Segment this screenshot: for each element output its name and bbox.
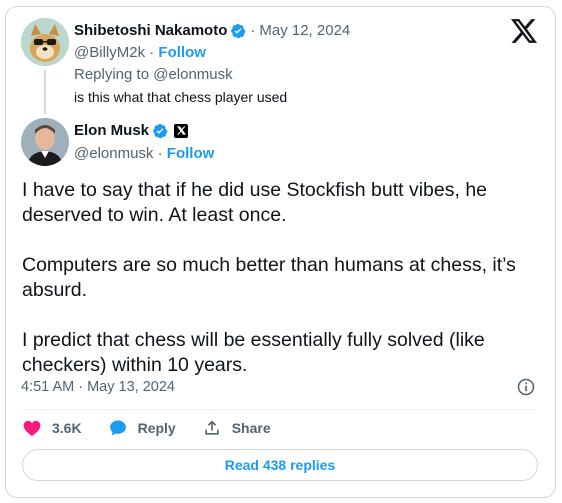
share-label: Share: [231, 420, 271, 436]
reply-handle-row: @BillyM2k · Follow: [74, 44, 206, 61]
action-bar: 3.6K Reply Share: [22, 418, 297, 438]
info-icon[interactable]: [516, 377, 536, 397]
x-affiliation-icon[interactable]: [174, 123, 189, 138]
tweet-timestamp[interactable]: 4:51 AM · May 13, 2024: [21, 379, 175, 395]
reply-author-row: Shibetoshi Nakamoto · May 12, 2024: [74, 22, 350, 39]
separator-dot: ·: [157, 145, 163, 162]
person-avatar-icon: [21, 118, 69, 166]
main-author-row: Elon Musk: [74, 122, 189, 139]
share-upload-icon: [205, 420, 219, 435]
speech-bubble-icon: [109, 420, 126, 436]
like-count: 3.6K: [52, 420, 82, 436]
verified-badge-icon: [231, 23, 246, 38]
verified-badge-icon: [153, 123, 168, 138]
like-button[interactable]: 3.6K: [22, 418, 82, 438]
x-logo-icon[interactable]: [511, 19, 537, 43]
avatar-elon[interactable]: [21, 118, 69, 166]
reply-date[interactable]: May 12, 2024: [259, 22, 350, 39]
share-button[interactable]: Share: [202, 418, 271, 438]
reply-author-name[interactable]: Shibetoshi Nakamoto: [74, 22, 227, 39]
replying-to-prefix: Replying to: [74, 66, 150, 83]
separator-dot: ·: [250, 22, 256, 39]
tweet-paragraph: Computers are so much better than humans…: [22, 254, 516, 301]
tweet-body: I have to say that if he did use Stockfi…: [22, 178, 542, 403]
thread-line: [44, 70, 46, 114]
replying-to-mention[interactable]: @elonmusk: [153, 66, 232, 83]
tweet-paragraph: I have to say that if he did use Stockfi…: [22, 179, 488, 226]
follow-button[interactable]: Follow: [158, 44, 206, 61]
heart-icon: [23, 420, 41, 436]
main-handle-row: @elonmusk · Follow: [74, 145, 214, 162]
separator-dot: ·: [149, 44, 155, 61]
reply-text: is this what that chess player used: [74, 89, 288, 105]
read-replies-button[interactable]: Read 438 replies: [22, 449, 538, 481]
tweet-paragraph: I predict that chess will be essentially…: [22, 329, 485, 376]
main-author-name[interactable]: Elon Musk: [74, 122, 149, 139]
avatar-shibetoshi[interactable]: [21, 18, 69, 66]
reply-label: Reply: [137, 420, 176, 436]
reply-button[interactable]: Reply: [108, 418, 176, 438]
divider: [21, 409, 537, 410]
follow-button[interactable]: Follow: [167, 145, 215, 162]
replying-to: Replying to @elonmusk: [74, 66, 233, 83]
doge-avatar-icon: [21, 18, 69, 66]
main-handle[interactable]: @elonmusk: [74, 145, 153, 162]
reply-handle[interactable]: @BillyM2k: [74, 44, 145, 61]
